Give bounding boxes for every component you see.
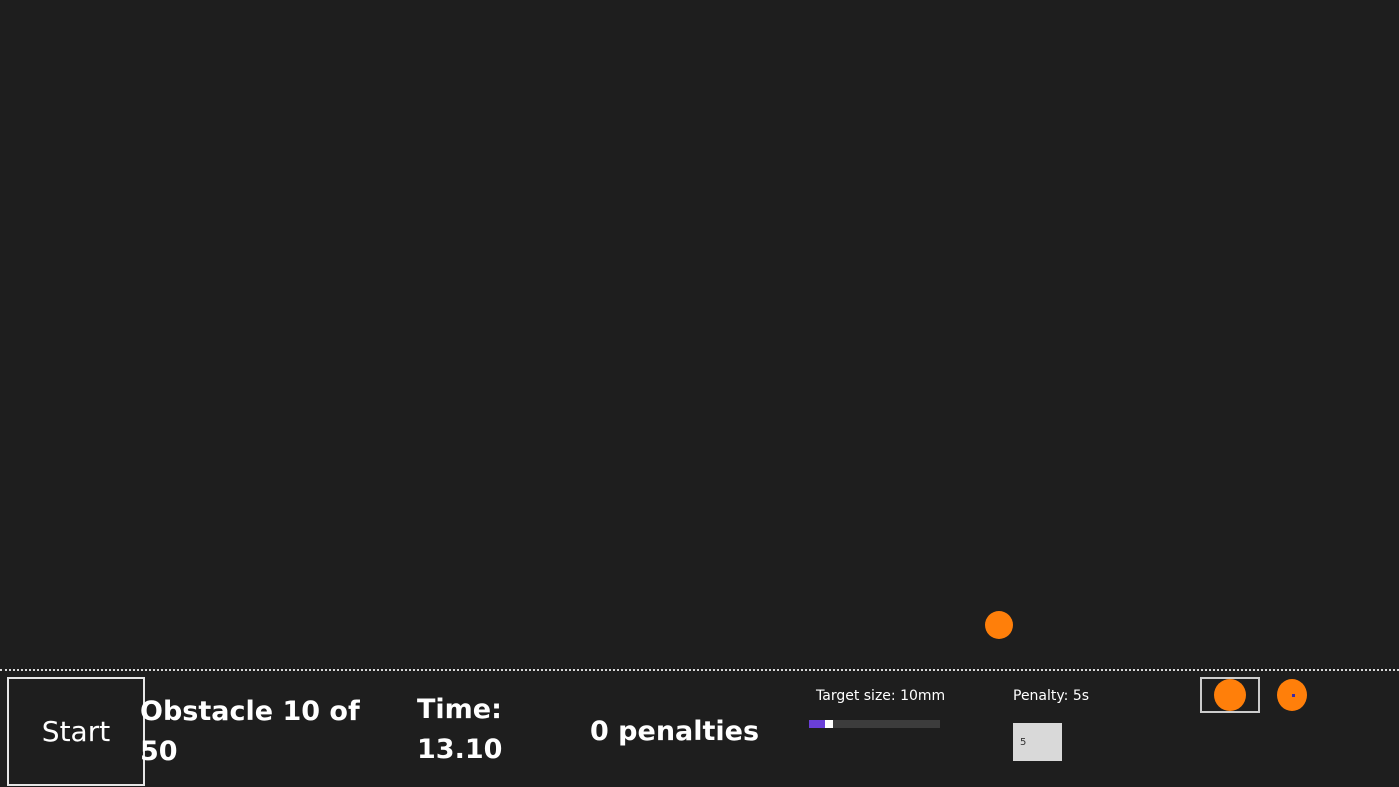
center-dot <box>1292 694 1295 697</box>
circle-with-center-dot-icon <box>1277 679 1307 711</box>
play-area[interactable] <box>0 0 1399 669</box>
large-circle-icon <box>1214 679 1246 711</box>
time-display: Time: 13.10 <box>417 694 503 765</box>
start-button[interactable]: Start <box>7 677 145 786</box>
app-window: Start Obstacle 10 of 50 Time: 13.10 0 pe… <box>0 0 1399 787</box>
target-size-label: Target size: 10mm <box>816 688 946 704</box>
target-size-slider[interactable] <box>809 720 940 728</box>
penalty-label: Penalty: 5s <box>1013 688 1090 704</box>
slider-thumb[interactable] <box>825 720 833 728</box>
target-dot[interactable] <box>985 611 1013 639</box>
slider-fill <box>809 720 825 728</box>
obstacle-counter: Obstacle 10 of 50 <box>140 696 360 767</box>
mode-button-precise-target[interactable] <box>1275 677 1309 713</box>
penalties-count: 0 penalties <box>590 716 760 747</box>
penalty-input[interactable] <box>1013 723 1062 761</box>
divider-line <box>0 669 1399 671</box>
mode-button-large-target[interactable] <box>1200 677 1260 713</box>
